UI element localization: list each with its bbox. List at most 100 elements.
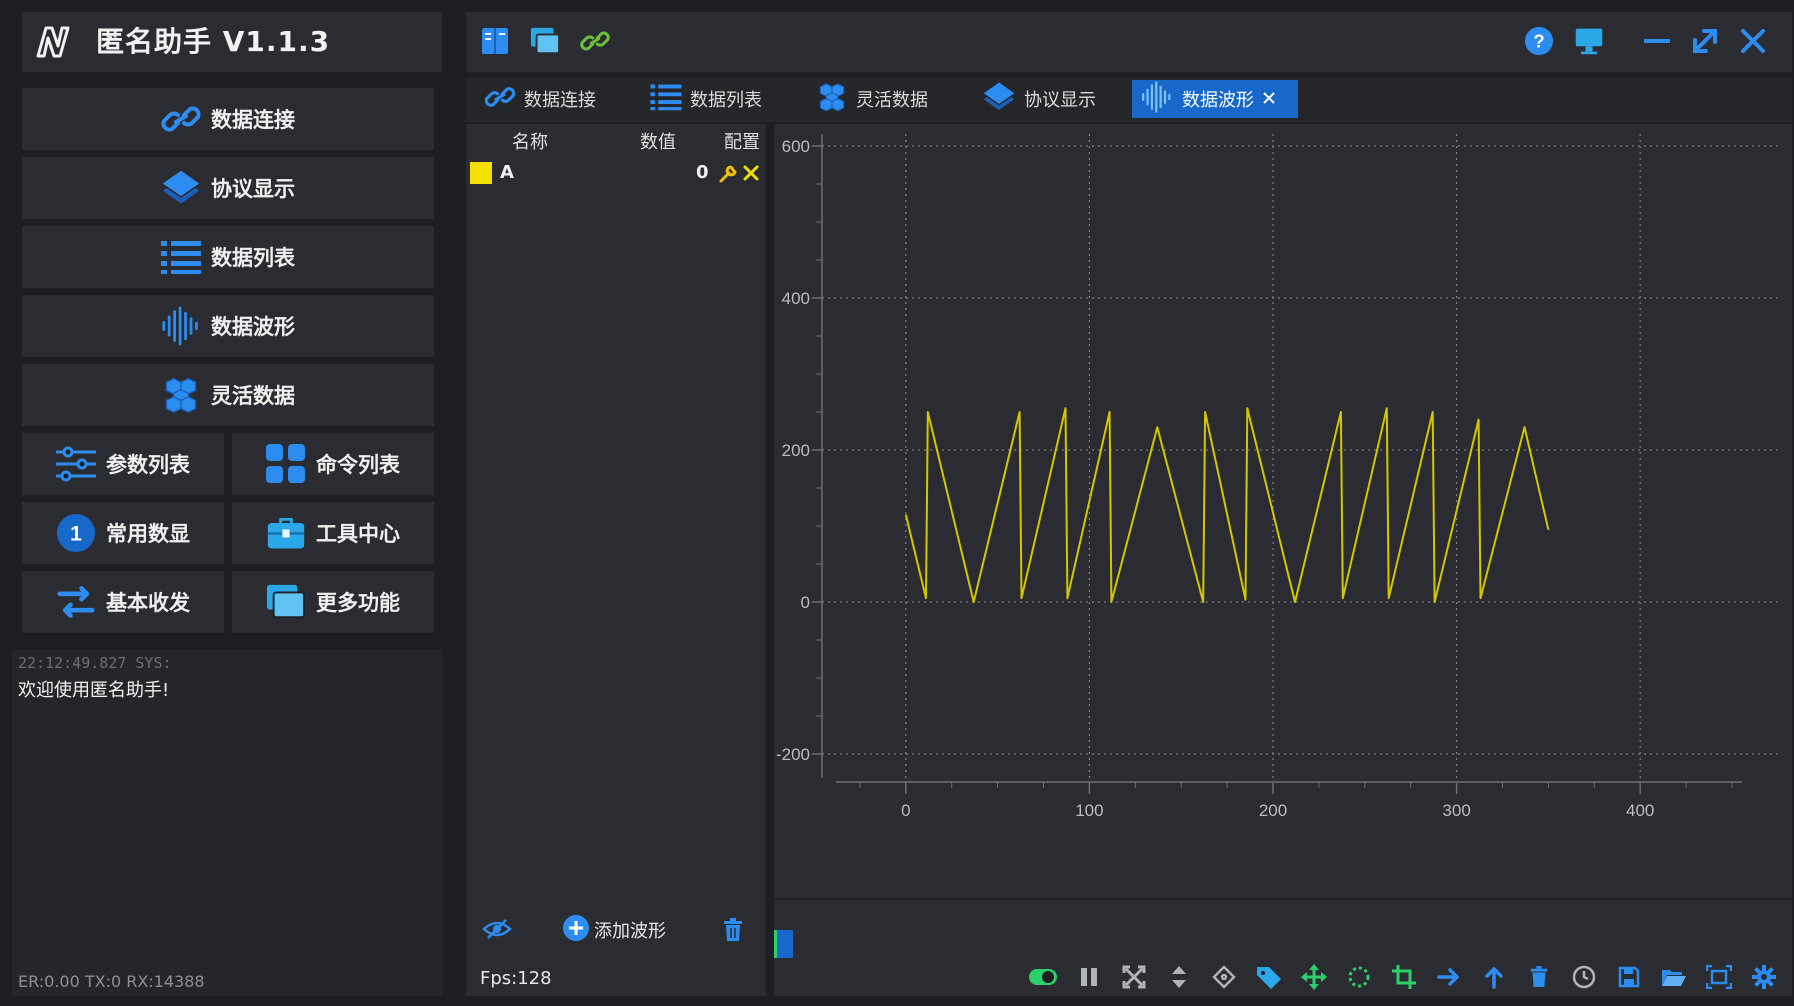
nav-flex-data-button[interactable]: 灵活数据 xyxy=(22,364,434,426)
nav-commands-button[interactable]: 命令列表 xyxy=(232,433,434,495)
status-bar: ER:0.00 TX:0 RX:14388 xyxy=(18,972,205,991)
nav-params-label: 参数列表 xyxy=(106,453,190,477)
chart-toolbar xyxy=(774,900,1792,996)
nav-waveform-button[interactable]: 数据波形 xyxy=(22,295,434,357)
y-tick-label: 600 xyxy=(782,137,810,156)
column-header-value: 数值 xyxy=(640,132,676,153)
nav-tools-label: 工具中心 xyxy=(316,522,400,546)
help-icon[interactable]: ? xyxy=(1524,26,1554,56)
series-panel: 名称 数值 配置 A 0 添加波形 Fps:128 xyxy=(466,124,766,996)
log-area[interactable]: 22:12:49.827 SYS: 欢迎使用匿名助手! ER:0.00 TX:0… xyxy=(12,650,442,996)
nav-waveform-label: 数据波形 xyxy=(211,315,295,339)
nav-numeric-display-button[interactable]: 1 常用数显 xyxy=(22,502,224,564)
scroll-handle[interactable] xyxy=(774,930,793,958)
cubes-icon xyxy=(161,375,201,415)
nav-tools-button[interactable]: 工具中心 xyxy=(232,502,434,564)
tab-protocol[interactable]: 协议显示 xyxy=(974,80,1134,118)
trash-icon[interactable] xyxy=(722,918,744,946)
nav-more-button[interactable]: 更多功能 xyxy=(232,571,434,633)
series-name: A xyxy=(500,162,514,183)
nav-commands-label: 命令列表 xyxy=(316,453,400,477)
tab-flex-data[interactable]: 灵活数据 xyxy=(808,80,968,118)
nav-params-button[interactable]: 参数列表 xyxy=(22,433,224,495)
top-toolbar: ? xyxy=(466,12,1792,72)
app-title: 匿名助手 V1.1.3 xyxy=(96,25,331,58)
nav-data-list-label: 数据列表 xyxy=(211,246,295,270)
tab-label: 数据列表 xyxy=(690,90,762,111)
arrow-up-icon[interactable] xyxy=(1479,962,1509,992)
number-one-icon: 1 xyxy=(56,513,96,553)
log-timestamp: 22:12:49.827 SYS: xyxy=(18,654,172,672)
tab-bar: 数据连接 数据列表 灵活数据 协议显示 数据波形 xyxy=(466,78,1792,122)
x-tick-label: 300 xyxy=(1442,801,1470,820)
delete-series-icon[interactable] xyxy=(742,164,760,186)
nav-protocol-label: 协议显示 xyxy=(211,177,295,201)
tab-label: 灵活数据 xyxy=(856,90,928,111)
nav-protocol-button[interactable]: 协议显示 xyxy=(22,157,434,219)
nav-data-connect-button[interactable]: 数据连接 xyxy=(22,88,434,150)
add-waveform-label: 添加波形 xyxy=(594,921,666,942)
series-line-a xyxy=(904,407,1550,603)
vertical-zoom-icon[interactable] xyxy=(1164,962,1194,992)
clock-icon[interactable] xyxy=(1569,962,1599,992)
visibility-icon[interactable] xyxy=(482,918,512,944)
tab-close-icon[interactable] xyxy=(1262,89,1276,110)
tab-waveform[interactable]: 数据波形 xyxy=(1132,80,1298,118)
crosshair-icon[interactable] xyxy=(1209,962,1239,992)
minimize-icon[interactable] xyxy=(1642,26,1672,56)
tab-label: 协议显示 xyxy=(1024,90,1096,111)
save-icon[interactable] xyxy=(1614,962,1644,992)
list-icon xyxy=(650,83,682,116)
grid-icon xyxy=(266,444,306,484)
nav-data-connect-label: 数据连接 xyxy=(211,108,295,132)
add-waveform-button[interactable]: 添加波形 xyxy=(562,914,666,946)
move-icon[interactable] xyxy=(1299,962,1329,992)
x-tick-label: 0 xyxy=(901,801,910,820)
x-tick-label: 100 xyxy=(1075,801,1103,820)
fps-readout: Fps:128 xyxy=(480,968,552,989)
app-logo-icon xyxy=(32,22,72,62)
tab-data-connect[interactable]: 数据连接 xyxy=(476,80,636,118)
tag-icon[interactable] xyxy=(1254,962,1284,992)
tab-label: 数据连接 xyxy=(524,90,596,111)
waveform-chart-svg[interactable]: -200 0 200 400 600 0 100 200 300 400 xyxy=(774,124,1792,898)
tab-label: 数据波形 xyxy=(1182,90,1254,111)
x-tick-label: 200 xyxy=(1259,801,1287,820)
link-icon[interactable] xyxy=(580,26,610,56)
maximize-icon[interactable] xyxy=(1690,26,1720,56)
trash-icon[interactable] xyxy=(1524,962,1554,992)
nav-basic-transceive-label: 基本收发 xyxy=(106,591,190,615)
x-tick-label: 400 xyxy=(1626,801,1654,820)
toggle-icon[interactable] xyxy=(1028,962,1058,992)
screenshot-icon[interactable] xyxy=(1704,962,1734,992)
wrench-icon[interactable] xyxy=(718,164,738,188)
windows-icon[interactable] xyxy=(530,26,560,56)
select-region-icon[interactable] xyxy=(1344,962,1374,992)
series-row[interactable]: A 0 xyxy=(466,158,766,192)
monitor-icon[interactable] xyxy=(1574,26,1604,56)
nav-data-list-button[interactable]: 数据列表 xyxy=(22,226,434,288)
pause-icon[interactable] xyxy=(1074,962,1104,992)
link-icon xyxy=(161,99,201,139)
y-tick-label: 0 xyxy=(801,593,810,612)
settings-gear-icon[interactable] xyxy=(1749,962,1779,992)
arrow-right-icon[interactable] xyxy=(1434,962,1464,992)
tab-data-list[interactable]: 数据列表 xyxy=(642,80,802,118)
waveform-icon xyxy=(161,306,201,346)
folder-open-icon[interactable] xyxy=(1659,962,1689,992)
plus-circle-icon xyxy=(562,914,590,946)
crop-icon[interactable] xyxy=(1389,962,1419,992)
close-icon[interactable] xyxy=(1738,26,1768,56)
toolbox-icon xyxy=(266,513,306,553)
book-icon[interactable] xyxy=(480,26,510,56)
column-header-config: 配置 xyxy=(724,132,760,153)
y-tick-label: -200 xyxy=(776,745,810,764)
fit-screen-icon[interactable] xyxy=(1119,962,1149,992)
layers-icon xyxy=(161,168,201,208)
link-icon xyxy=(484,83,516,116)
waveform-chart[interactable]: -200 0 200 400 600 0 100 200 300 400 xyxy=(774,124,1792,898)
series-color-swatch[interactable] xyxy=(470,162,492,184)
sliders-icon xyxy=(56,444,96,484)
layers-icon xyxy=(982,81,1016,118)
nav-basic-transceive-button[interactable]: 基本收发 xyxy=(22,571,224,633)
